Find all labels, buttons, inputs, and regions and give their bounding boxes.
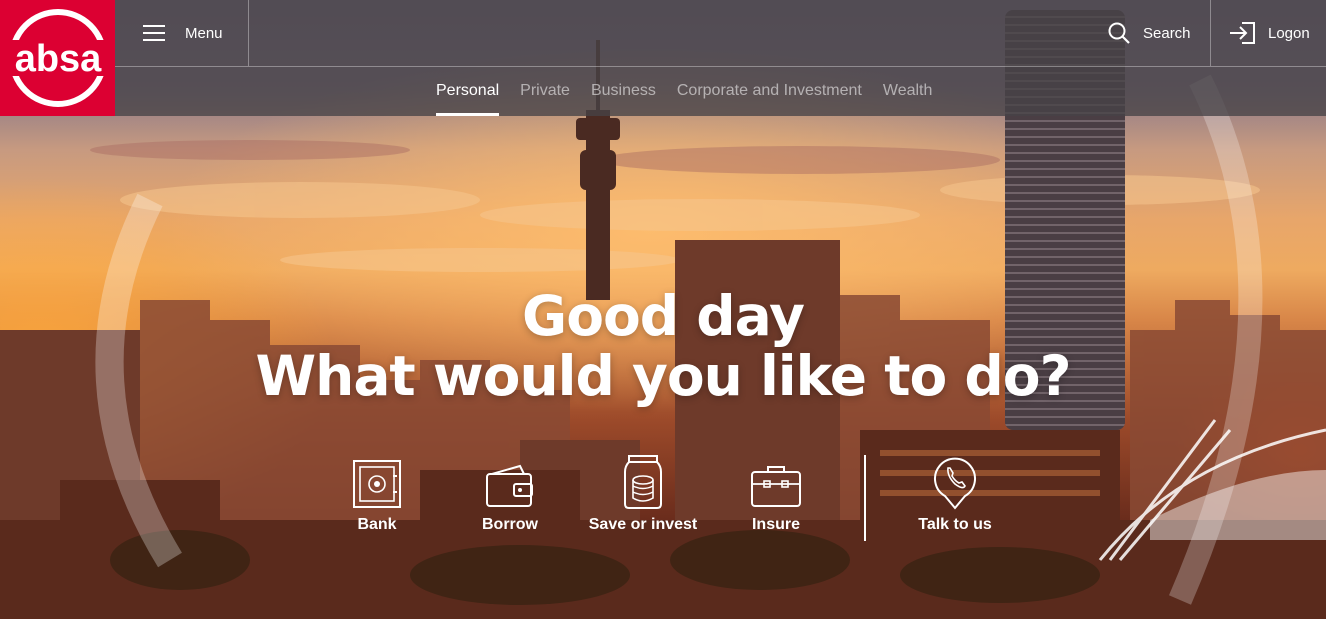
hamburger-menu-icon xyxy=(143,25,165,41)
briefcase-icon xyxy=(751,466,801,507)
wallet-icon xyxy=(486,464,533,507)
search-button[interactable]: Search xyxy=(1093,0,1211,66)
action-talk-to-us-label: Talk to us xyxy=(918,516,992,533)
action-insure-label: Insure xyxy=(751,516,800,533)
segment-tabs: Personal Private Business Corporate and … xyxy=(436,66,953,116)
login-arrow-icon xyxy=(1230,22,1255,44)
logon-button[interactable]: Logon xyxy=(1212,0,1326,66)
logon-label: Logon xyxy=(1268,24,1310,42)
tab-personal[interactable]: Personal xyxy=(436,66,500,116)
actions-divider xyxy=(864,455,866,541)
safe-icon xyxy=(353,460,401,508)
tab-wealth[interactable]: Wealth xyxy=(883,66,933,116)
absa-logo[interactable]: absa xyxy=(0,0,115,116)
tab-private[interactable]: Private xyxy=(520,66,570,116)
menu-button[interactable]: Menu xyxy=(115,0,249,66)
action-bank-label: Bank xyxy=(357,516,397,533)
search-icon xyxy=(1108,22,1130,44)
search-label: Search xyxy=(1143,24,1191,42)
absa-logo-text: absa xyxy=(14,38,101,80)
tab-business[interactable]: Business xyxy=(591,66,656,116)
menu-label: Menu xyxy=(185,24,223,42)
absa-logo-mark: absa xyxy=(3,9,112,107)
hero-greeting: Good day xyxy=(522,284,805,348)
action-borrow[interactable]: Borrow xyxy=(475,450,545,534)
quick-actions: Bank Borrow Save or invest Insure Talk t… xyxy=(0,450,1326,550)
action-save-or-invest-label: Save or invest xyxy=(588,516,698,533)
action-save-or-invest[interactable]: Save or invest xyxy=(588,450,698,534)
hero-question: What would you like to do? xyxy=(255,344,1072,408)
action-borrow-label: Borrow xyxy=(482,516,538,533)
action-insure[interactable]: Insure xyxy=(741,450,811,534)
action-talk-to-us[interactable]: Talk to us xyxy=(910,450,1000,534)
phone-pin-icon xyxy=(934,457,976,510)
action-bank[interactable]: Bank xyxy=(342,450,412,534)
tab-corporate-and-investment[interactable]: Corporate and Investment xyxy=(677,66,862,116)
coin-jar-icon xyxy=(624,455,662,509)
